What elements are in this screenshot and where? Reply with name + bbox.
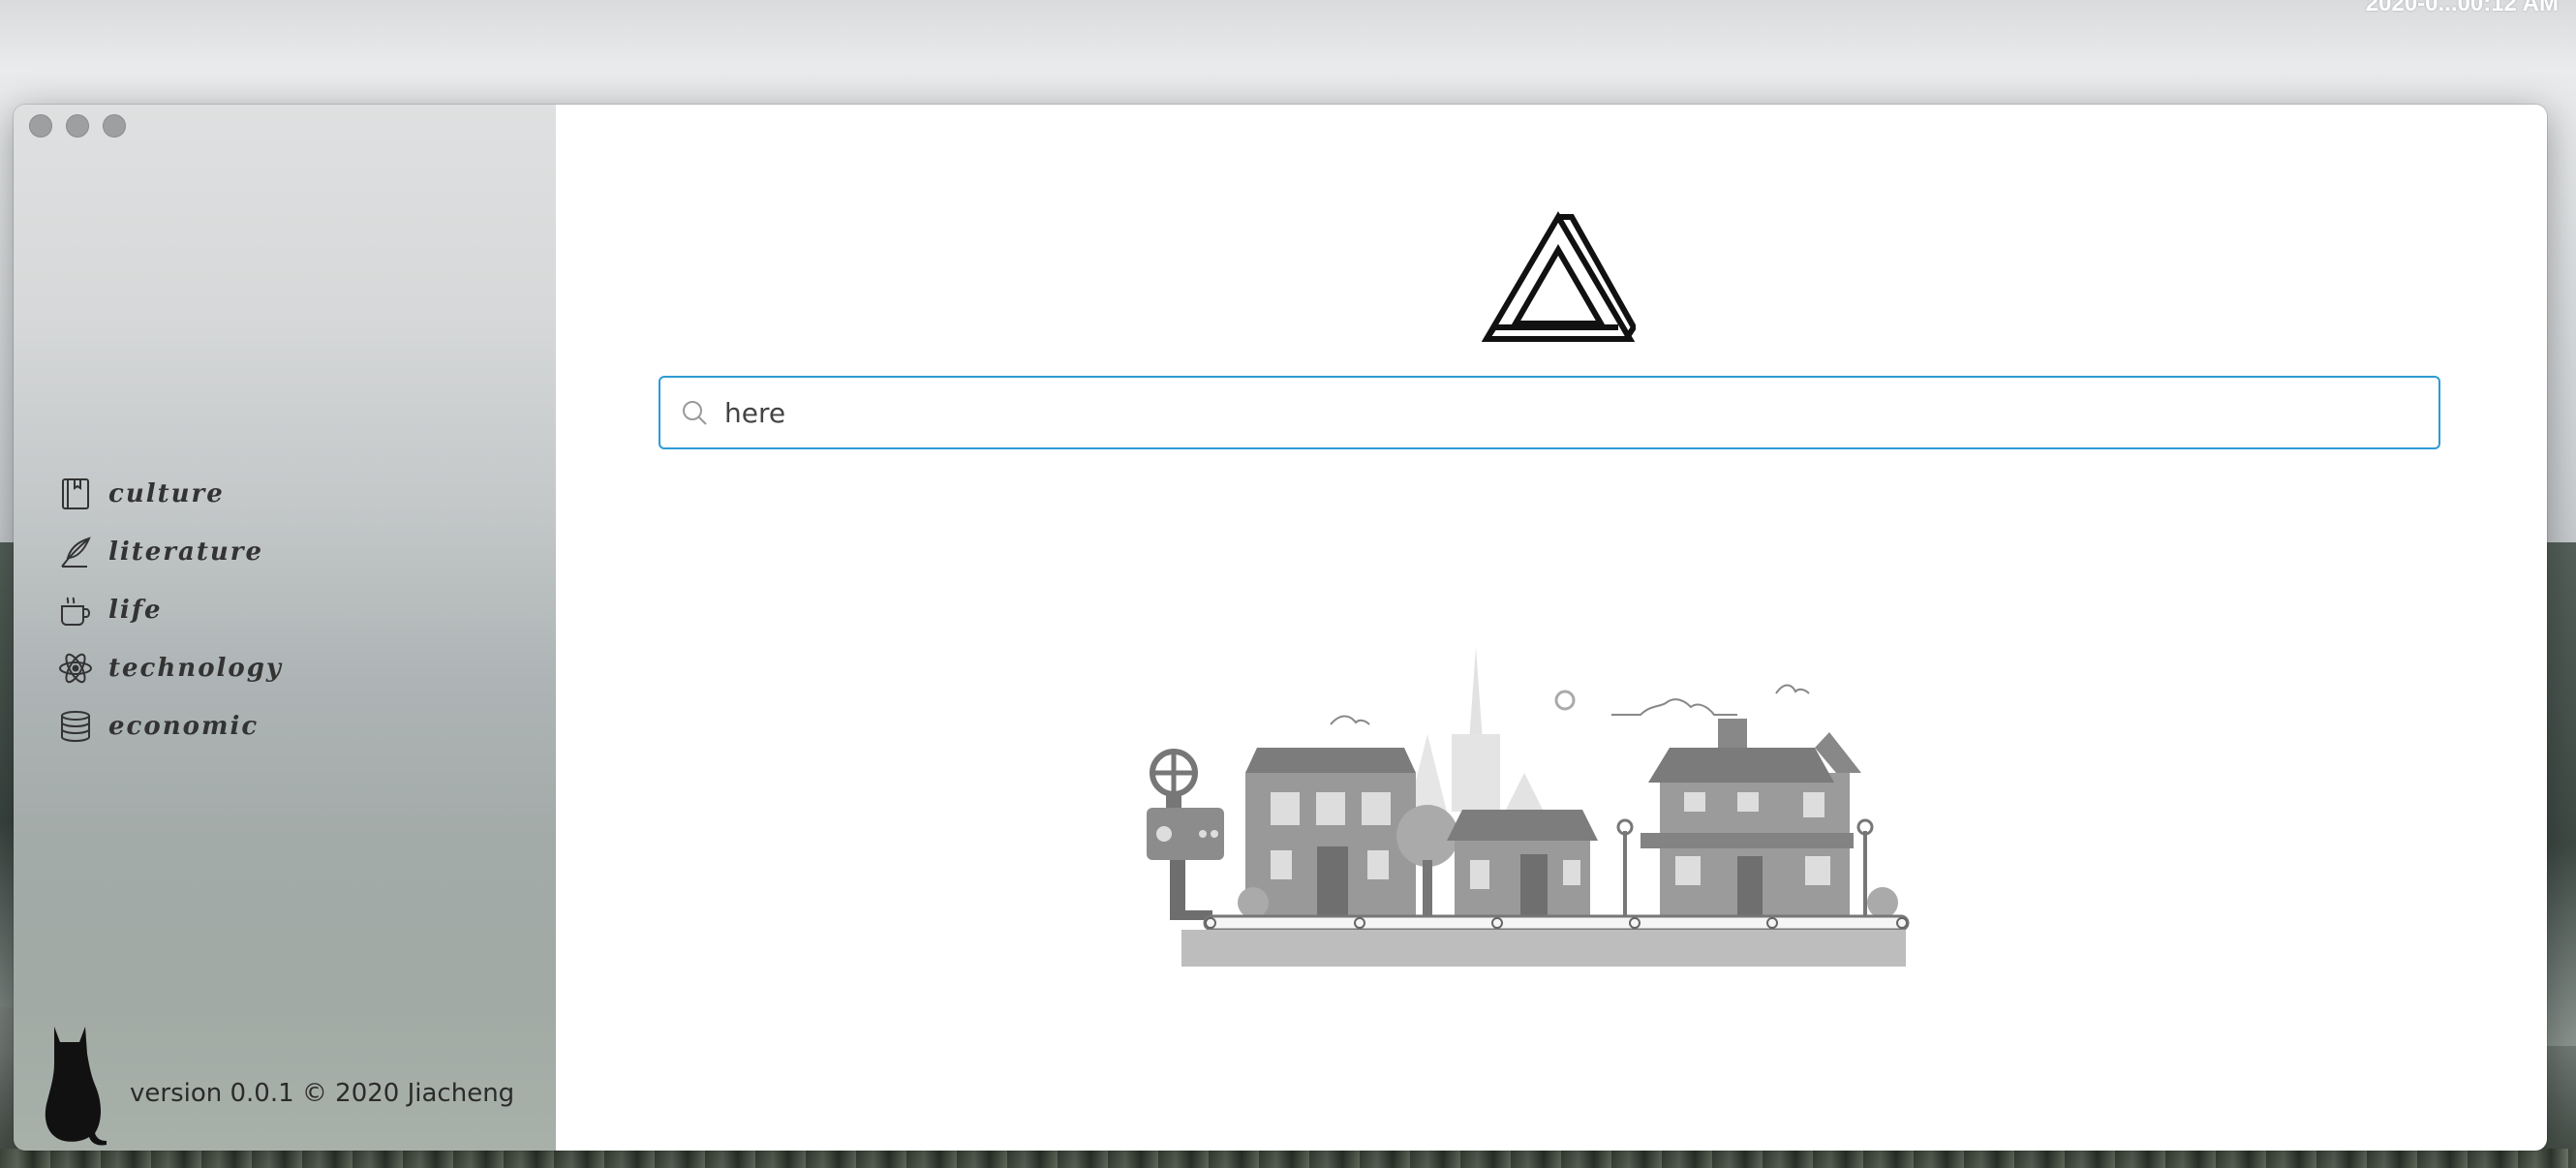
- cat-icon: [41, 1021, 130, 1151]
- search-box[interactable]: [659, 376, 2440, 449]
- nav-item-technology[interactable]: technology: [56, 639, 283, 697]
- nav-item-life[interactable]: life: [56, 581, 283, 639]
- nav-label-literature: literature: [108, 538, 264, 567]
- search-icon: [683, 401, 707, 425]
- feather-icon: [56, 533, 95, 571]
- search-input[interactable]: [722, 395, 2373, 430]
- category-nav: culture literature life technology econo…: [56, 465, 283, 755]
- coffee-cup-icon: [56, 591, 95, 630]
- coin-stack-icon: [56, 707, 95, 746]
- nav-label-life: life: [108, 596, 163, 625]
- nav-label-technology: technology: [108, 654, 284, 683]
- app-window: culture literature life technology econo…: [14, 105, 2547, 1151]
- nav-item-literature[interactable]: literature: [56, 523, 283, 581]
- nav-label-economic: economic: [108, 712, 260, 741]
- window-controls: [29, 114, 126, 138]
- town-illustration: [1147, 647, 1910, 967]
- version-text: version 0.0.1 © 2020 Jiacheng: [130, 1079, 515, 1108]
- nav-item-culture[interactable]: culture: [56, 465, 283, 523]
- book-icon: [56, 475, 95, 513]
- nav-label-culture: culture: [108, 479, 225, 508]
- menubar-clock: 2020-0...00:12 AM: [2365, 0, 2559, 16]
- main-panel: [556, 105, 2547, 1151]
- nav-item-economic[interactable]: economic: [56, 697, 283, 755]
- wallpaper-shore: [0, 1149, 2576, 1168]
- sidebar-footer: version 0.0.1 © 2020 Jiacheng: [41, 1021, 514, 1151]
- atom-icon: [56, 649, 95, 688]
- close-window-button[interactable]: [29, 114, 52, 138]
- wallpaper-right: [2545, 542, 2576, 1046]
- penrose-triangle-logo: [1481, 211, 1636, 342]
- zoom-window-button[interactable]: [103, 114, 126, 138]
- minimize-window-button[interactable]: [66, 114, 89, 138]
- sidebar: culture literature life technology econo…: [14, 105, 556, 1151]
